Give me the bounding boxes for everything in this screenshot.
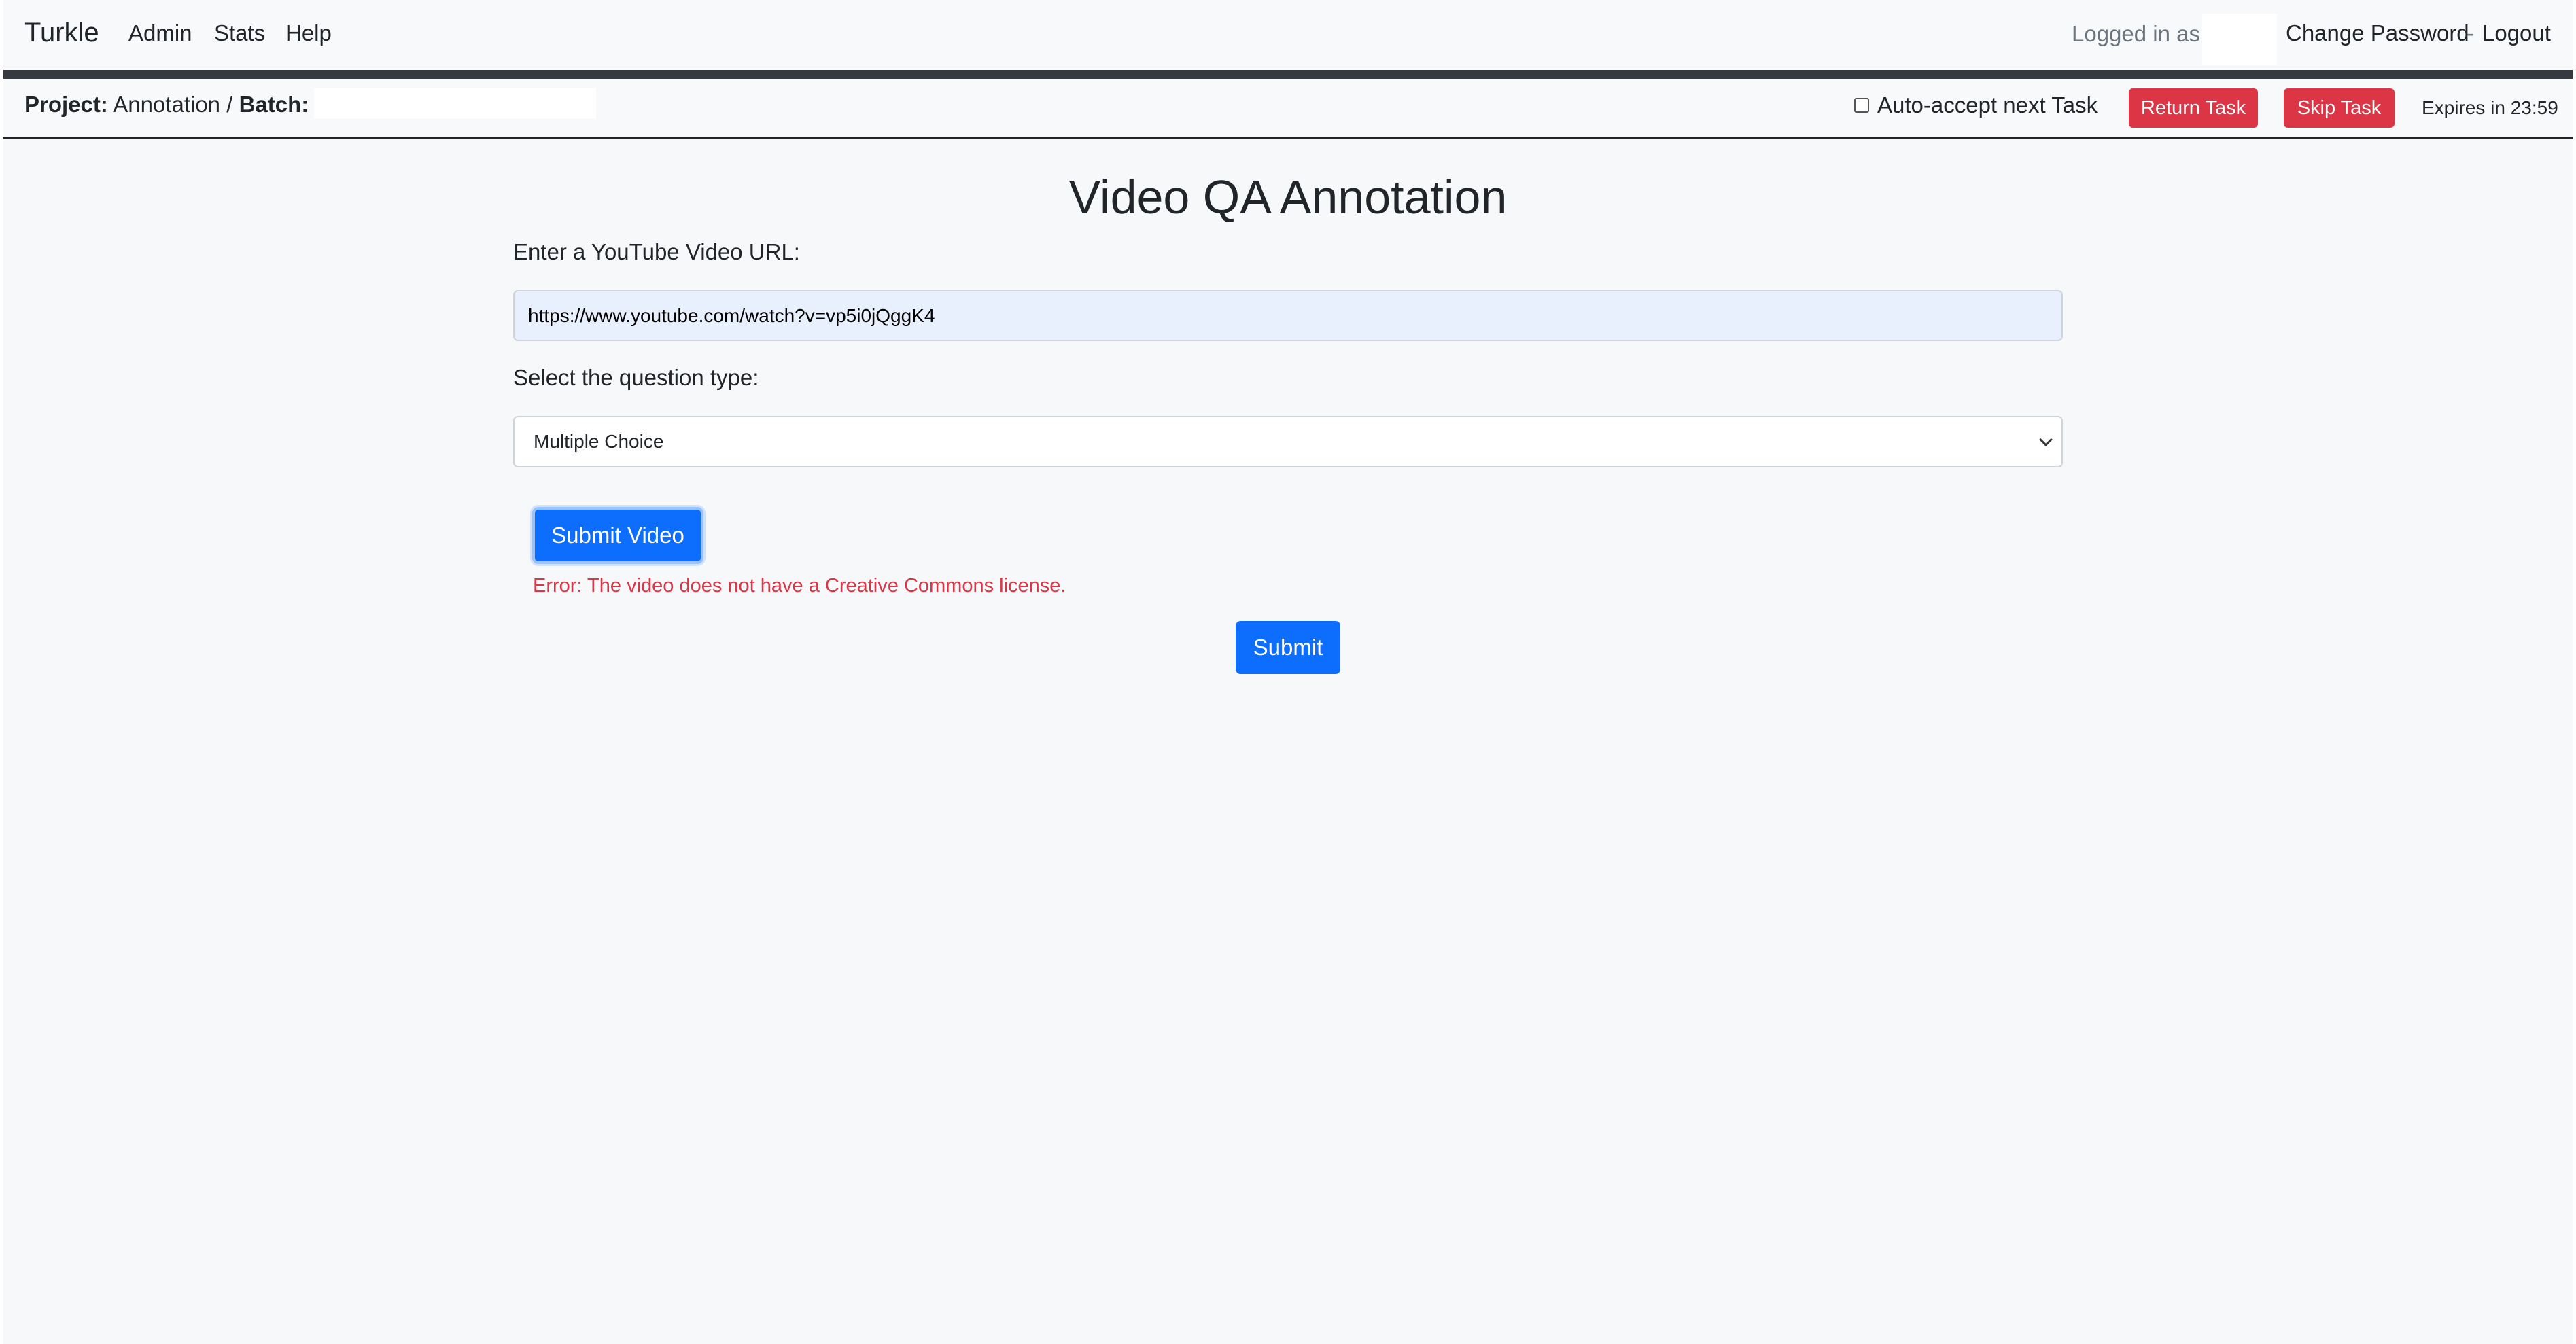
url-label: Enter a YouTube Video URL: bbox=[513, 239, 800, 264]
error-message: Error: The video does not have a Creativ… bbox=[533, 575, 1066, 597]
batch-label: Batch: bbox=[239, 92, 309, 117]
username-redacted bbox=[2202, 14, 2277, 65]
auto-accept-toggle[interactable]: Auto-accept next Task bbox=[1854, 92, 2098, 118]
page: Turkle Admin Stats Help Logged in as Cha… bbox=[0, 0, 2576, 1344]
page-title: Video QA Annotation bbox=[1068, 171, 1508, 224]
question-type-selected: Multiple Choice bbox=[534, 431, 664, 452]
nav-link-stats[interactable]: Stats bbox=[214, 20, 265, 46]
nav-link-help[interactable]: Help bbox=[285, 20, 332, 46]
return-task-button[interactable]: Return Task bbox=[2129, 88, 2258, 128]
project-label: Project: bbox=[24, 92, 108, 117]
youtube-url-input[interactable] bbox=[513, 290, 2063, 341]
navbar-divider bbox=[3, 70, 2573, 79]
expires-timer: Expires in 23:59 bbox=[2422, 97, 2558, 118]
logged-in-label: Logged in as bbox=[2072, 21, 2200, 46]
logout-link[interactable]: Logout bbox=[2482, 20, 2551, 46]
project-bar: Project: Annotation / Batch: Auto-accept… bbox=[3, 79, 2573, 139]
auto-accept-checkbox[interactable] bbox=[1854, 98, 1869, 113]
project-breadcrumb: Project: Annotation / Batch: bbox=[24, 92, 309, 118]
change-password-link[interactable]: Change Password bbox=[2286, 20, 2469, 46]
submit-button[interactable]: Submit bbox=[1236, 621, 1340, 674]
batch-name-redacted bbox=[314, 88, 596, 119]
submit-video-button[interactable]: Submit Video bbox=[532, 507, 703, 564]
task-frame: Turkle Admin Stats Help Logged in as Cha… bbox=[3, 0, 2573, 1344]
top-navbar: Turkle Admin Stats Help Logged in as Cha… bbox=[3, 0, 2573, 70]
breadcrumb-slash: / bbox=[226, 92, 233, 117]
nav-separator: - bbox=[2467, 20, 2474, 46]
brand-link[interactable]: Turkle bbox=[24, 18, 99, 48]
auto-accept-label: Auto-accept next Task bbox=[1877, 92, 2098, 118]
question-type-select[interactable]: Multiple Choice bbox=[513, 416, 2063, 467]
question-type-label: Select the question type: bbox=[513, 365, 759, 390]
skip-task-button[interactable]: Skip Task bbox=[2284, 88, 2395, 128]
nav-link-admin[interactable]: Admin bbox=[128, 20, 192, 46]
project-name: Annotation bbox=[113, 92, 221, 117]
chevron-down-icon bbox=[2039, 433, 2053, 446]
